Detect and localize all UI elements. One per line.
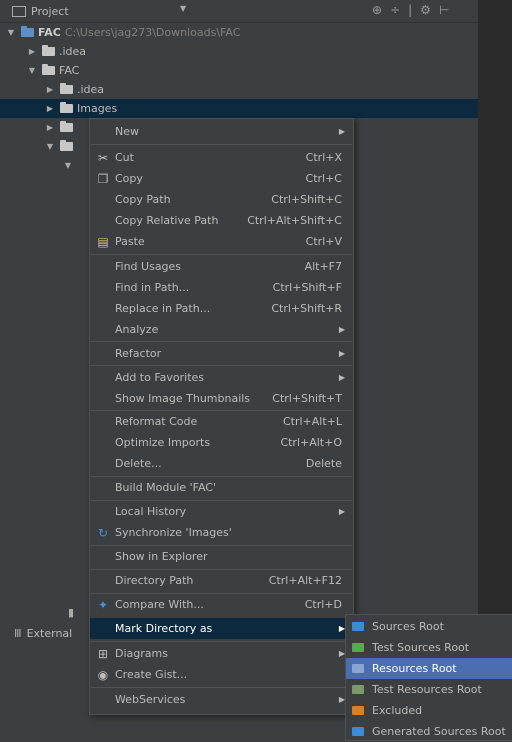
divider-icon: | <box>408 3 413 17</box>
expand-right-icon[interactable]: ▶ <box>25 47 39 56</box>
tree-label: FAC <box>38 26 61 39</box>
chevron-down-icon[interactable]: ▼ <box>180 4 186 13</box>
expand-right-icon[interactable]: ▶ <box>43 85 57 94</box>
tree-row-idea[interactable]: ▶ .idea <box>0 42 478 61</box>
resources-folder-icon <box>352 664 364 673</box>
scissors-icon: ✂ <box>97 150 109 165</box>
expand-right-icon[interactable]: ▶ <box>43 104 57 113</box>
hide-icon[interactable]: ⊢ <box>439 3 449 17</box>
project-title: Project <box>31 4 69 18</box>
mark-directory-submenu: Sources Root Test Sources Root Resources… <box>345 614 512 741</box>
sources-root-folder-icon <box>352 622 364 631</box>
expand-down-icon[interactable]: ▼ <box>61 161 75 170</box>
expand-right-icon[interactable]: ▶ <box>43 123 57 132</box>
module-folder-icon <box>21 26 34 37</box>
paste-icon: ▤ <box>97 234 109 249</box>
menu-item-find-usages[interactable]: Find Usages Alt+F7 <box>90 256 353 277</box>
file-icon: ▮ <box>68 606 75 619</box>
excluded-folder-icon <box>352 706 364 715</box>
submenu-item-resources-root[interactable]: Resources Root <box>346 658 512 679</box>
tree-row-fac[interactable]: ▼ FAC <box>0 61 478 80</box>
submenu-arrow-icon: ▶ <box>338 127 345 136</box>
tree-row-images[interactable]: ▶ Images <box>0 99 478 118</box>
menu-item-reformat-code[interactable]: Reformat Code Ctrl+Alt+L <box>90 411 353 432</box>
tree-path: C:\Users\jag273\Downloads\FAC <box>64 26 241 39</box>
menu-separator <box>91 687 352 688</box>
sync-icon: ↻ <box>97 525 109 540</box>
menu-item-copy-relative-path[interactable]: Copy Relative Path Ctrl+Alt+Shift+C <box>90 210 353 231</box>
submenu-item-test-resources-root[interactable]: Test Resources Root <box>346 679 512 700</box>
menu-item-show-in-explorer[interactable]: Show in Explorer <box>90 546 353 567</box>
menu-item-compare-with[interactable]: ✦ Compare With... Ctrl+D <box>90 594 353 615</box>
tree-label: External <box>26 627 73 640</box>
folder-icon <box>60 83 73 94</box>
menu-separator <box>91 341 352 342</box>
test-resources-folder-icon <box>352 685 364 694</box>
menu-item-local-history[interactable]: Local History ▶ <box>90 501 353 522</box>
menu-item-mark-directory-as[interactable]: Mark Directory as ▶ <box>90 618 353 639</box>
github-icon: ◉ <box>97 667 109 682</box>
menu-separator <box>91 144 352 145</box>
folder-icon <box>60 121 73 132</box>
menu-separator <box>91 641 352 642</box>
locate-icon[interactable]: ⊕ <box>372 3 382 17</box>
submenu-item-excluded[interactable]: Excluded <box>346 700 512 721</box>
submenu-arrow-icon: ▶ <box>338 373 345 382</box>
menu-item-refactor[interactable]: Refactor ▶ <box>90 343 353 364</box>
menu-item-cut[interactable]: ✂ Cut Ctrl+X <box>90 147 353 168</box>
menu-item-paste[interactable]: ▤ Paste Ctrl+V <box>90 231 353 252</box>
expand-down-icon[interactable]: ▼ <box>43 142 57 151</box>
folder-icon <box>60 102 73 113</box>
project-icon <box>12 5 26 17</box>
menu-item-show-image-thumbnails[interactable]: Show Image Thumbnails Ctrl+Shift+T <box>90 388 353 409</box>
expand-down-icon[interactable]: ▼ <box>4 28 18 37</box>
menu-separator <box>91 365 352 366</box>
menu-item-diagrams[interactable]: ⊞ Diagrams ▶ <box>90 643 353 664</box>
copy-icon: ❐ <box>97 171 109 186</box>
tree-label: FAC <box>59 64 80 77</box>
menu-item-copy-path[interactable]: Copy Path Ctrl+Shift+C <box>90 189 353 210</box>
menu-item-webservices[interactable]: WebServices ▶ <box>90 689 353 710</box>
submenu-arrow-icon: ▶ <box>338 349 345 358</box>
diagram-icon: ⊞ <box>97 646 109 661</box>
menu-item-copy[interactable]: ❐ Copy Ctrl+C <box>90 168 353 189</box>
submenu-arrow-icon: ▶ <box>338 507 345 516</box>
folder-icon <box>60 140 73 151</box>
tree-label: Images <box>77 102 118 115</box>
menu-item-new[interactable]: New ▶ <box>90 121 353 142</box>
folder-icon <box>42 64 55 75</box>
tree-label: .idea <box>59 45 87 58</box>
folder-icon <box>42 45 55 56</box>
menu-item-analyze[interactable]: Analyze ▶ <box>90 319 353 340</box>
generated-sources-folder-icon <box>352 727 364 736</box>
menu-separator <box>91 254 352 255</box>
menu-item-delete[interactable]: Delete... Delete <box>90 453 353 474</box>
library-icon: Ⅲ <box>14 627 22 640</box>
tree-label: .idea <box>77 83 105 96</box>
menu-item-find-in-path[interactable]: Find in Path... Ctrl+Shift+F <box>90 277 353 298</box>
expand-down-icon[interactable]: ▼ <box>25 66 39 75</box>
gear-icon[interactable]: ⚙ <box>420 3 431 17</box>
project-view-selector[interactable]: Project <box>12 5 69 18</box>
tree-row-idea-inner[interactable]: ▶ .idea <box>0 80 478 99</box>
menu-item-add-to-favorites[interactable]: Add to Favorites ▶ <box>90 367 353 388</box>
compare-icon: ✦ <box>97 597 109 612</box>
test-sources-folder-icon <box>352 643 364 652</box>
menu-item-synchronize[interactable]: ↻ Synchronize 'Images' <box>90 522 353 543</box>
menu-item-create-gist[interactable]: ◉ Create Gist... <box>90 664 353 685</box>
submenu-arrow-icon: ▶ <box>338 325 345 334</box>
menu-item-directory-path[interactable]: Directory Path Ctrl+Alt+F12 <box>90 570 353 591</box>
submenu-item-test-sources-root[interactable]: Test Sources Root <box>346 637 512 658</box>
submenu-item-sources-root[interactable]: Sources Root <box>346 616 512 637</box>
project-toolbar: Project ▼ ⊕ ÷ | ⚙ ⊢ <box>0 0 478 23</box>
menu-item-replace-in-path[interactable]: Replace in Path... Ctrl+Shift+R <box>90 298 353 319</box>
menu-item-optimize-imports[interactable]: Optimize Imports Ctrl+Alt+O <box>90 432 353 453</box>
menu-item-build-module[interactable]: Build Module 'FAC' <box>90 477 353 498</box>
context-menu: New ▶ ✂ Cut Ctrl+X ❐ Copy Ctrl+C Copy Pa… <box>89 118 354 715</box>
tree-row-fac-root[interactable]: ▼ FAC C:\Users\jag273\Downloads\FAC <box>0 23 478 42</box>
collapse-icon[interactable]: ÷ <box>390 3 400 17</box>
